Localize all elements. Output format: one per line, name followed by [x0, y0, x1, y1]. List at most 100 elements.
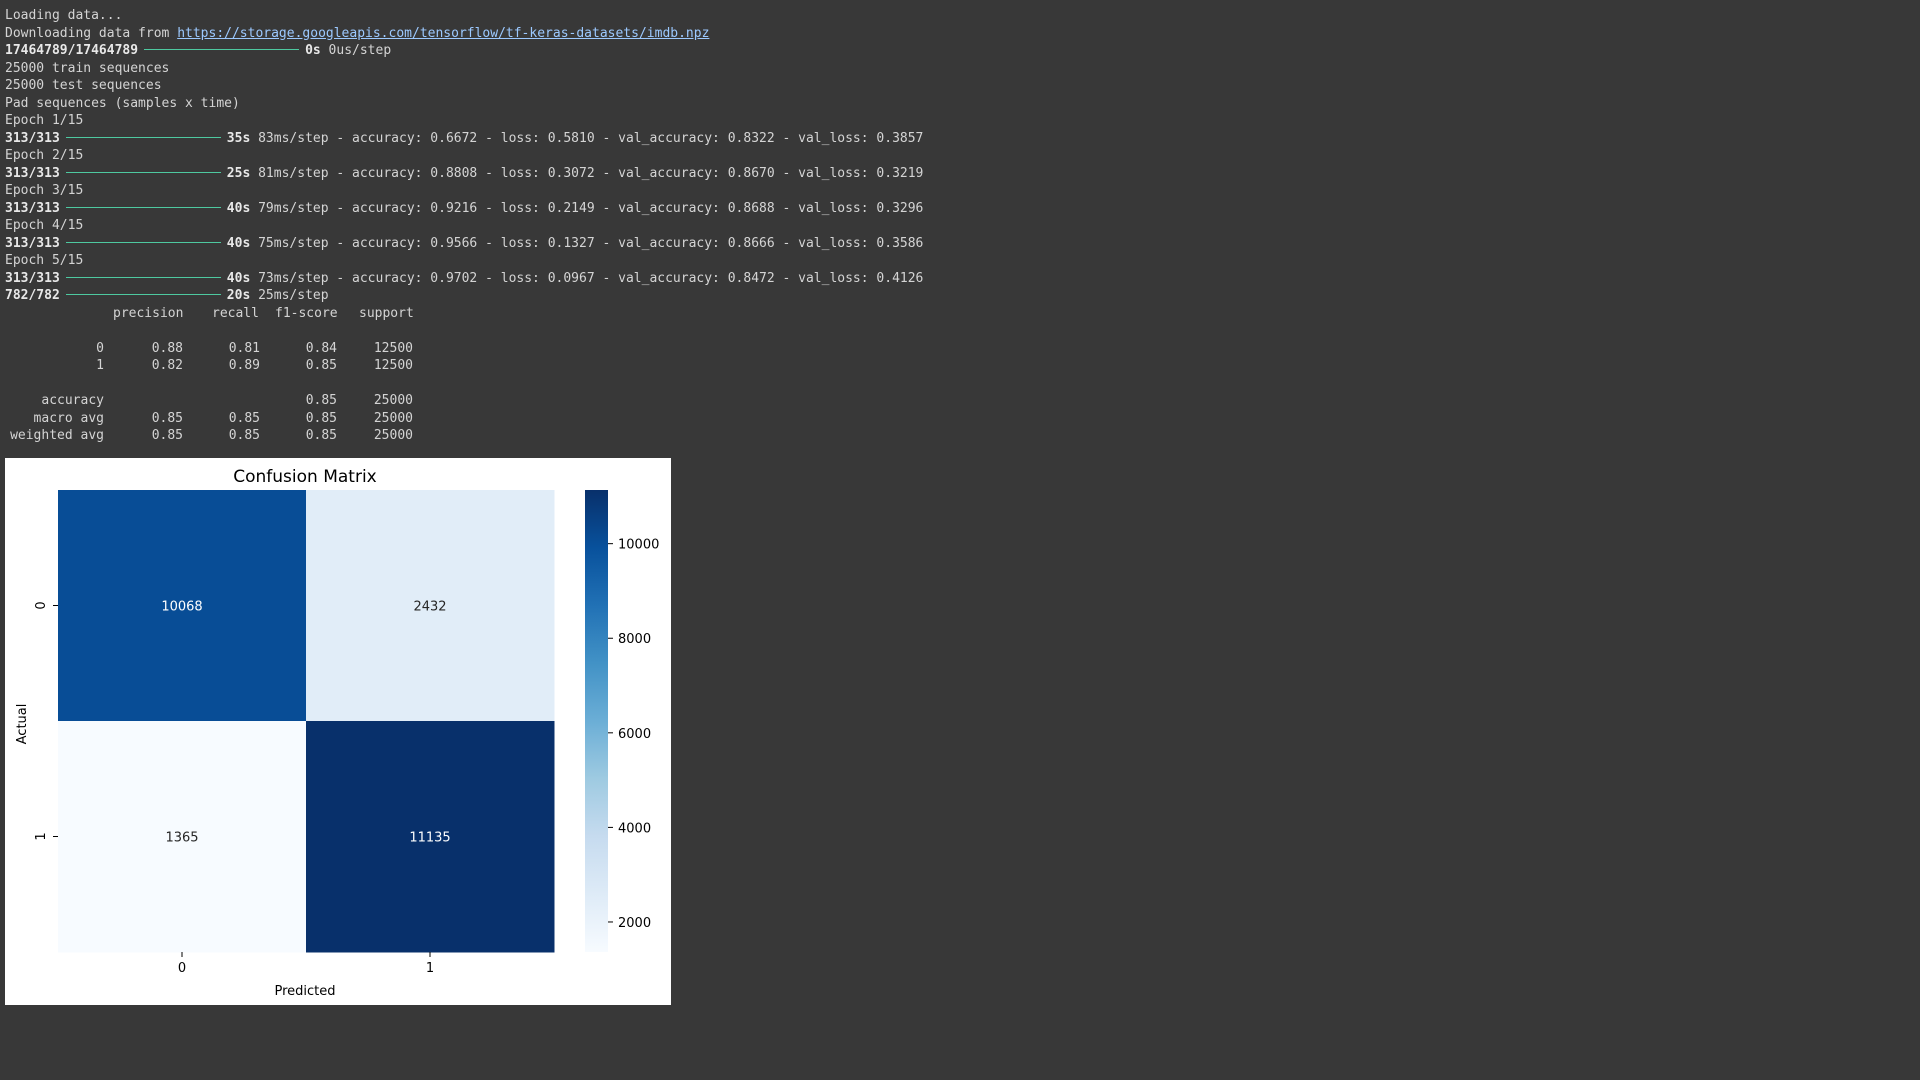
epoch-progress-bar [65, 241, 221, 243]
x-axis-label: Predicted [274, 984, 335, 999]
train-seq-line: 25000 train sequences [5, 60, 170, 76]
colorbar [585, 490, 608, 952]
download-link[interactable]: https://storage.googleapis.com/tensorflo… [177, 26, 709, 41]
y-axis-label: Actual [15, 704, 30, 745]
confusion-matrix-chart: Confusion Matrix 10068 24321365 11135 01 0… [15, 467, 659, 999]
epoch-label: Epoch 2/15 [5, 148, 84, 163]
epoch-1: Epoch 1/15 313/313 35s 83ms/step - accura… [5, 112, 1405, 147]
colorbar-tick-label: 8000 [618, 632, 651, 647]
epoch-progress-bar [65, 136, 221, 138]
y-axis: 01 [34, 601, 58, 841]
epoch-metrics: 75ms/step - accuracy: 0.9566 - loss: 0.1… [258, 235, 924, 251]
report-row: 0 0.88 0.81 0.84 12500 [5, 340, 1405, 358]
row-f1: 0.84 [305, 340, 337, 356]
epoch-time: 25s [226, 165, 251, 181]
epoch-progress-line: 313/313 40s 75ms/step - accuracy: 0.9566 … [5, 235, 1405, 253]
confusion-matrix-figure: Confusion Matrix 10068 2432 1365 11135 01 0… [5, 458, 671, 1005]
header-support: support [359, 305, 414, 321]
report-row: accuracy 0.85 25000 [5, 392, 1405, 410]
row-support: 12500 [373, 340, 413, 356]
predict-steps: 782/782 [5, 288, 60, 303]
row-f1: 0.85 [305, 358, 337, 373]
row-label: weighted avg [10, 428, 104, 443]
epoch-label: Epoch 4/15 [5, 218, 84, 233]
epoch-label: Epoch 5/15 [5, 253, 84, 268]
epoch-progress-line: 313/313 40s 73ms/step - accuracy: 0.9702 … [5, 270, 1405, 288]
epoch-metrics: 73ms/step - accuracy: 0.9702 - loss: 0.0… [258, 270, 924, 286]
epoch-steps: 313/313 [5, 235, 60, 251]
download-prefix: Downloading data from [5, 25, 178, 41]
row-f1: 0.85 [305, 393, 337, 408]
row-precision: 0.88 [151, 340, 183, 356]
report-row: weighted avg 0.85 0.85 0.85 25000 [5, 427, 1405, 445]
predict-rate: 25ms/step [258, 288, 329, 303]
epoch-progress-line: 313/313 35s 83ms/step - accuracy: 0.6672 … [5, 130, 1405, 148]
heatmap-cells: 10068 2432 1365 11135 [58, 490, 555, 953]
epoch-progress-bar [65, 171, 221, 173]
row-recall: 0.89 [228, 358, 260, 373]
epoch-label: Epoch 3/15 [5, 183, 84, 198]
x-tick-label: 0 [178, 961, 186, 976]
epoch-steps: 313/313 [5, 130, 60, 146]
download-time: 0s [305, 43, 321, 58]
epoch-steps: 313/313 [5, 270, 60, 286]
predict-progress-line: 782/782 20s 25ms/step [5, 287, 1405, 305]
epoch-time: 40s [226, 200, 251, 216]
x-tick-label: 1 [426, 961, 434, 976]
row-support: 25000 [373, 410, 413, 426]
epoch-progress-line: 313/313 25s 81ms/step - accuracy: 0.8808 … [5, 165, 1405, 183]
colorbar-tick-label: 10000 [618, 538, 659, 553]
loading-line: Loading data... [5, 8, 123, 23]
header-f1-score: f1-score [275, 305, 338, 321]
y-tick-label: 1 [34, 832, 49, 840]
predict-time: 20s [226, 288, 251, 303]
epoch-5: Epoch 5/15 313/313 40s 73ms/step - accura… [5, 252, 1405, 287]
predict-progress-bar [65, 294, 221, 295]
row-recall: 0.85 [228, 410, 260, 426]
row-f1: 0.85 [305, 428, 337, 443]
row-label: 0 [96, 340, 104, 356]
row-support: 25000 [373, 393, 413, 408]
row-support: 25000 [373, 428, 413, 443]
header-precision: precision [113, 305, 184, 321]
report-row: 1 0.82 0.89 0.85 12500 [5, 357, 1405, 375]
row-precision: 0.85 [151, 410, 183, 426]
row-recall: 0.81 [228, 340, 260, 356]
epoch-progress-line: 313/313 40s 79ms/step - accuracy: 0.9216 … [5, 200, 1405, 218]
classification-report: precision recall f1-score support 0 0.88… [5, 305, 1405, 445]
epoch-metrics: 83ms/step - accuracy: 0.6672 - loss: 0.5… [258, 130, 924, 146]
epoch-2: Epoch 2/15 313/313 25s 81ms/step - accura… [5, 147, 1405, 182]
download-progress-bar [144, 49, 300, 50]
header-recall: recall [212, 305, 259, 321]
download-rate: 0us/step [328, 43, 392, 58]
row-precision: 0.82 [151, 358, 183, 373]
epoch-time: 40s [226, 270, 251, 286]
console-output: Loading data... Downloading data from ht… [5, 7, 1405, 445]
report-header: precision recall f1-score support [5, 305, 1405, 323]
row-support: 12500 [373, 358, 413, 373]
row-recall: 0.85 [228, 428, 260, 443]
chart-title: Confusion Matrix [233, 467, 377, 487]
epoch-label: Epoch 1/15 [5, 113, 84, 128]
colorbar-tick-label: 2000 [618, 916, 651, 931]
epoch-time: 40s [226, 235, 251, 251]
epoch-steps: 313/313 [5, 200, 60, 216]
test-seq-line: 25000 test sequences [5, 78, 162, 93]
epoch-metrics: 81ms/step - accuracy: 0.8808 - loss: 0.3… [258, 165, 924, 181]
download-progress-line: 17464789/17464789 0s 0us/step [5, 42, 1405, 60]
epoch-progress-bar [65, 206, 221, 208]
row-label: accuracy [41, 393, 104, 408]
epoch-metrics: 79ms/step - accuracy: 0.9216 - loss: 0.2… [258, 200, 924, 216]
row-label: macro avg [33, 410, 104, 426]
cell-value-label: 11135 [409, 831, 450, 846]
colorbar-ticks: 2000 4000 6000 8000 10000 [608, 538, 659, 931]
epoch-time: 35s [226, 130, 251, 146]
colorbar-tick-label: 6000 [618, 727, 651, 742]
cell-value-label: 2432 [413, 600, 446, 615]
epoch-progress-bar [65, 276, 221, 278]
download-line: Downloading data from https://storage.go… [5, 25, 1405, 43]
cell-value-label: 10068 [161, 600, 202, 615]
y-tick-label: 0 [34, 601, 49, 609]
cell-value-label: 1365 [165, 831, 198, 846]
epoch-4: Epoch 4/15 313/313 40s 75ms/step - accura… [5, 217, 1405, 252]
